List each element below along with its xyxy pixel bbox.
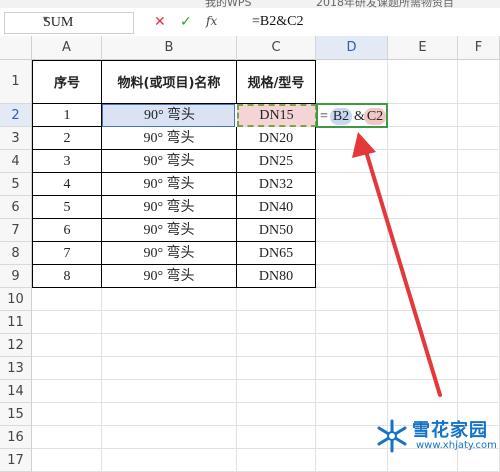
- watermark-name: 雪花家园: [412, 420, 488, 441]
- annotation-arrow: [352, 132, 442, 397]
- arrow-head: [352, 132, 376, 158]
- watermark-url: www.xhjaty.com: [416, 440, 497, 451]
- watermark-logo: 雪花家园 www.xhjaty.com: [372, 414, 498, 456]
- arrow-shaft: [363, 146, 442, 397]
- snowflake-icon: [377, 419, 407, 453]
